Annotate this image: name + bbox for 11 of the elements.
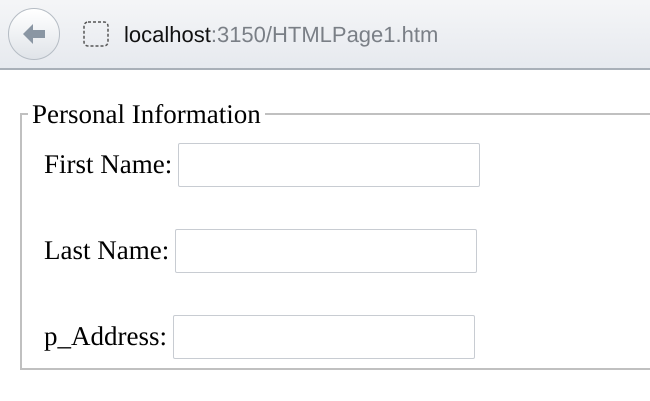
address-text[interactable]: localhost:3150/HTMLPage1.htm <box>124 18 438 50</box>
input-field[interactable] <box>178 142 480 186</box>
input-field[interactable] <box>175 228 478 272</box>
field-label: p_Address: <box>44 320 167 354</box>
fieldset-legend: Personal Information <box>28 94 265 134</box>
back-arrow-icon <box>21 22 47 46</box>
field-label: First Name: <box>44 148 172 182</box>
field-label: Last Name: <box>44 234 170 268</box>
page-icon <box>82 20 110 48</box>
back-button[interactable] <box>8 8 60 60</box>
input-field[interactable] <box>173 314 475 358</box>
